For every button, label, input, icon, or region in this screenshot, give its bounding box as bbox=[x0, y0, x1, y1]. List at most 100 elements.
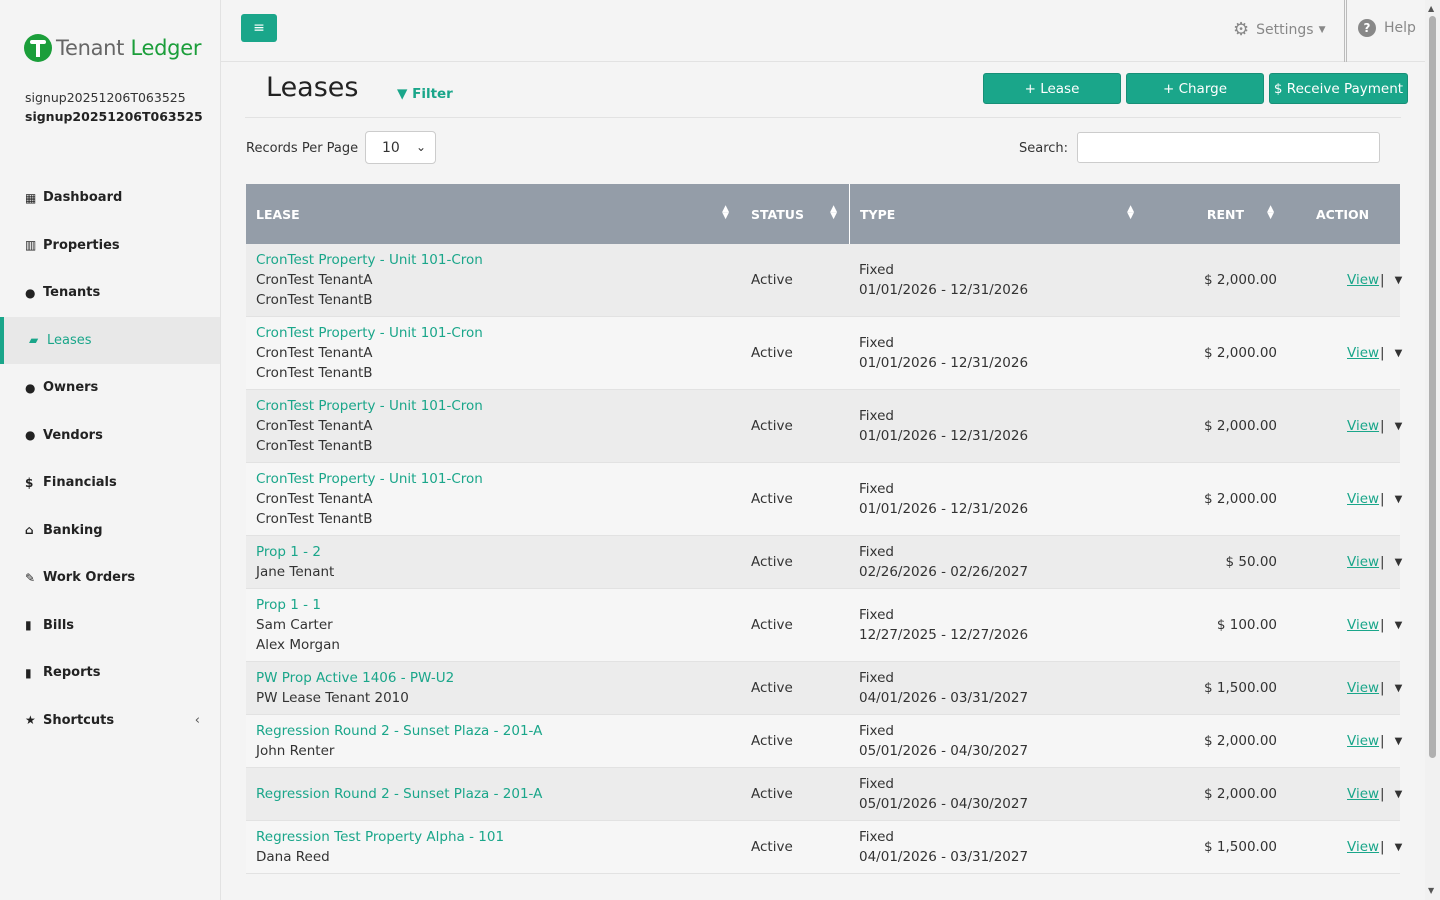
type-cell: Fixed 05/01/2026 - 04/30/2027 bbox=[850, 715, 1146, 767]
sidebar-item-banking[interactable]: ⌂ Banking bbox=[0, 507, 220, 555]
type-cell: Fixed 01/01/2026 - 12/31/2026 bbox=[850, 317, 1146, 389]
sidebar-item-leases[interactable]: ▰ Leases bbox=[0, 316, 220, 364]
property-link[interactable]: Prop 1 - 1 bbox=[256, 595, 731, 615]
dashboard-icon: ▦ bbox=[25, 190, 37, 205]
caret-down-icon[interactable]: ▼ bbox=[1395, 620, 1403, 631]
lease-type: Fixed bbox=[859, 544, 894, 560]
caret-down-icon[interactable]: ▼ bbox=[1395, 421, 1403, 432]
view-link[interactable]: View bbox=[1347, 617, 1379, 633]
add-lease-button[interactable]: + Lease bbox=[983, 73, 1121, 104]
separator: | bbox=[1380, 680, 1385, 696]
caret-down-icon[interactable]: ▼ bbox=[1395, 494, 1403, 505]
rent-cell: $ 2,000.00 bbox=[1204, 272, 1277, 288]
type-cell: Fixed 01/01/2026 - 12/31/2026 bbox=[850, 244, 1146, 316]
sidebar-item-owners[interactable]: ● Owners bbox=[0, 364, 220, 412]
property-link[interactable]: PW Prop Active 1406 - PW-U2 bbox=[256, 668, 731, 688]
lease-type: Fixed bbox=[859, 670, 894, 686]
view-link[interactable]: View bbox=[1347, 733, 1379, 749]
bank-icon: ⌂ bbox=[25, 523, 34, 538]
separator: | bbox=[1380, 733, 1385, 749]
column-header-status[interactable]: STATUS ▲ ▼ bbox=[741, 184, 850, 244]
table-row: CronTest Property - Unit 101-Cron CronTes… bbox=[246, 390, 1403, 463]
caret-down-icon[interactable]: ▼ bbox=[1395, 683, 1403, 694]
table-row: PW Prop Active 1406 - PW-U2 PW Lease Tena… bbox=[246, 662, 1403, 715]
view-link[interactable]: View bbox=[1347, 272, 1379, 288]
folder-open-icon: ▰ bbox=[29, 333, 39, 348]
view-link[interactable]: View bbox=[1347, 418, 1379, 434]
scroll-down-icon[interactable]: ▼ bbox=[1428, 886, 1434, 895]
caret-down-icon[interactable]: ▼ bbox=[1395, 736, 1403, 747]
sidebar-item-dashboard[interactable]: ▦ Dashboard bbox=[0, 174, 220, 222]
property-link[interactable]: CronTest Property - Unit 101-Cron bbox=[256, 396, 731, 416]
property-link[interactable]: CronTest Property - Unit 101-Cron bbox=[256, 323, 731, 343]
tenant-name: CronTest TenantB bbox=[256, 511, 373, 527]
sidebar-item-tenants[interactable]: ● Tenants bbox=[0, 269, 220, 317]
page-scrollbar[interactable]: ▲ ▼ bbox=[1425, 0, 1440, 900]
caret-down-icon[interactable]: ▼ bbox=[1395, 789, 1403, 800]
add-charge-button[interactable]: + Charge bbox=[1126, 73, 1264, 104]
chevron-left-icon[interactable]: ‹ bbox=[195, 713, 200, 728]
type-cell: Fixed 12/27/2025 - 12/27/2026 bbox=[850, 589, 1146, 661]
sidebar-item-label: Financials bbox=[43, 475, 117, 491]
help-link[interactable]: ? Help bbox=[1358, 19, 1416, 37]
property-link[interactable]: Prop 1 - 2 bbox=[256, 542, 731, 562]
column-header-type[interactable]: TYPE ▲ ▼ bbox=[850, 184, 1146, 244]
view-link[interactable]: View bbox=[1347, 839, 1379, 855]
user-icon: ● bbox=[25, 285, 36, 300]
menu-toggle-button[interactable]: ≡ bbox=[241, 14, 277, 42]
sidebar-item-label: Dashboard bbox=[43, 190, 123, 206]
status-cell: Active bbox=[751, 680, 793, 696]
file-icon: ▮ bbox=[25, 665, 32, 680]
tenant-name: CronTest TenantB bbox=[256, 365, 373, 381]
caret-down-icon[interactable]: ▼ bbox=[1395, 348, 1403, 359]
lease-type: Fixed bbox=[859, 262, 894, 278]
scrollbar-thumb[interactable] bbox=[1429, 16, 1436, 758]
view-link[interactable]: View bbox=[1347, 491, 1379, 507]
rent-cell: $ 50.00 bbox=[1225, 554, 1277, 570]
column-header-status-label: STATUS bbox=[751, 206, 804, 222]
sidebar-item-shortcuts[interactable]: ★ Shortcuts ‹ bbox=[0, 697, 220, 745]
caret-down-icon[interactable]: ▼ bbox=[1395, 557, 1403, 568]
sidebar-item-properties[interactable]: ▥ Properties bbox=[0, 222, 220, 270]
search-input[interactable] bbox=[1077, 132, 1380, 163]
logo[interactable]: Tenant Ledger bbox=[24, 32, 201, 64]
view-link[interactable]: View bbox=[1347, 554, 1379, 570]
records-per-page-value: 10 bbox=[382, 139, 400, 156]
sidebar-item-label: Vendors bbox=[43, 427, 103, 443]
property-link[interactable]: CronTest Property - Unit 101-Cron bbox=[256, 250, 731, 270]
view-link[interactable]: View bbox=[1347, 680, 1379, 696]
view-link[interactable]: View bbox=[1347, 786, 1379, 802]
lease-cell: CronTest Property - Unit 101-Cron CronTes… bbox=[246, 317, 741, 389]
sidebar-item-reports[interactable]: ▮ Reports bbox=[0, 649, 220, 697]
lease-cell: Regression Test Property Alpha - 101 Dana… bbox=[246, 821, 741, 873]
scroll-up-icon[interactable]: ▲ bbox=[1428, 4, 1434, 13]
sidebar-item-financials[interactable]: $ Financials bbox=[0, 459, 220, 507]
separator: | bbox=[1380, 418, 1385, 434]
settings-menu[interactable]: ⚙ Settings ▼ bbox=[1233, 19, 1325, 40]
property-link[interactable]: Regression Round 2 - Sunset Plaza - 201-… bbox=[256, 721, 731, 741]
lease-dates: 01/01/2026 - 12/31/2026 bbox=[859, 501, 1029, 517]
property-link[interactable]: CronTest Property - Unit 101-Cron bbox=[256, 469, 731, 489]
lease-type: Fixed bbox=[859, 408, 894, 424]
column-header-rent[interactable]: RENT ▲ ▼ bbox=[1146, 184, 1284, 244]
records-per-page-select[interactable]: 10 ⌄ bbox=[365, 131, 436, 164]
caret-down-icon[interactable]: ▼ bbox=[1395, 275, 1403, 286]
lease-cell: CronTest Property - Unit 101-Cron CronTes… bbox=[246, 463, 741, 535]
property-link[interactable]: Regression Round 2 - Sunset Plaza - 201-… bbox=[256, 784, 731, 804]
edit-icon: ✎ bbox=[25, 570, 36, 585]
type-cell: Fixed 04/01/2026 - 03/31/2027 bbox=[850, 662, 1146, 714]
caret-down-icon[interactable]: ▼ bbox=[1395, 842, 1403, 853]
rent-cell: $ 2,000.00 bbox=[1204, 345, 1277, 361]
receive-payment-button[interactable]: $ Receive Payment bbox=[1269, 73, 1408, 104]
view-link[interactable]: View bbox=[1347, 345, 1379, 361]
sidebar-item-vendors[interactable]: ● Vendors bbox=[0, 412, 220, 460]
tenant-name: Dana Reed bbox=[256, 849, 330, 865]
property-link[interactable]: Regression Test Property Alpha - 101 bbox=[256, 827, 731, 847]
filter-link[interactable]: ▼ Filter bbox=[397, 86, 453, 102]
tenant-name: CronTest TenantA bbox=[256, 491, 373, 507]
lease-dates: 04/01/2026 - 03/31/2027 bbox=[859, 690, 1029, 706]
sidebar-item-bills[interactable]: ▮ Bills bbox=[0, 602, 220, 650]
sidebar-item-work-orders[interactable]: ✎ Work Orders bbox=[0, 554, 220, 602]
column-header-lease[interactable]: LEASE ▲ ▼ bbox=[246, 184, 741, 244]
lease-type: Fixed bbox=[859, 829, 894, 845]
